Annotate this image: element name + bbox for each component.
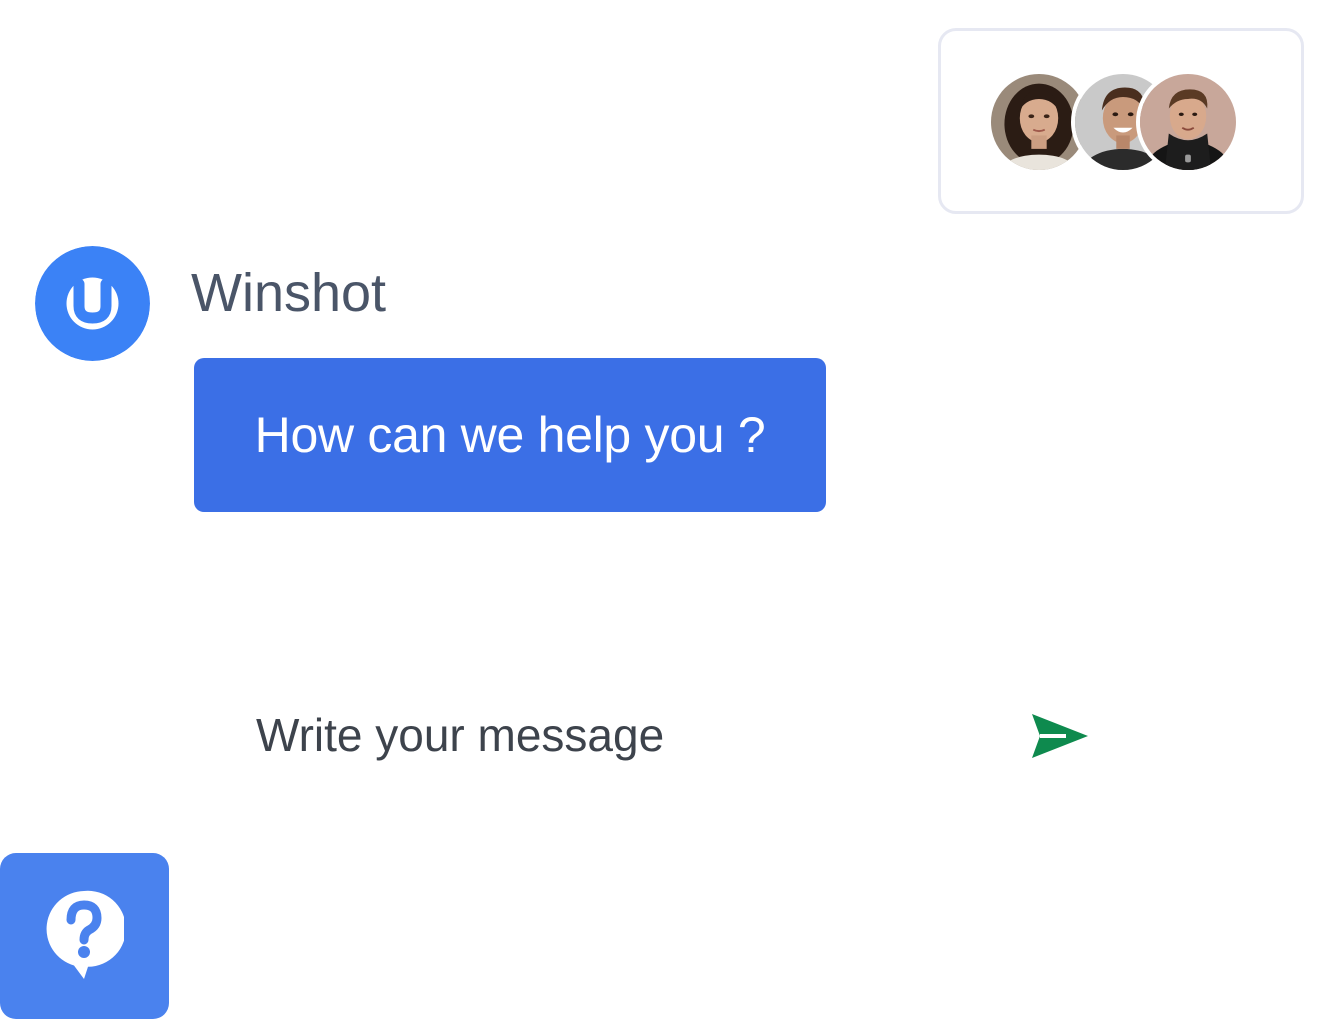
help-launcher-button[interactable] xyxy=(0,853,169,1019)
send-button[interactable] xyxy=(1026,708,1092,764)
greeting-bubble: How can we help you ? xyxy=(194,358,826,512)
question-bubble-icon xyxy=(46,890,124,979)
greeting-text: How can we help you ? xyxy=(254,407,766,463)
winshot-u-logo-icon xyxy=(35,246,150,361)
send-icon xyxy=(1032,714,1088,758)
message-input[interactable] xyxy=(240,698,980,772)
agents-card xyxy=(938,28,1304,214)
agent-avatar-man-hoodie xyxy=(1136,70,1240,174)
brand-name: Winshot xyxy=(191,263,387,323)
chat-widget: Winshot How can we help you ? xyxy=(0,0,1334,1019)
